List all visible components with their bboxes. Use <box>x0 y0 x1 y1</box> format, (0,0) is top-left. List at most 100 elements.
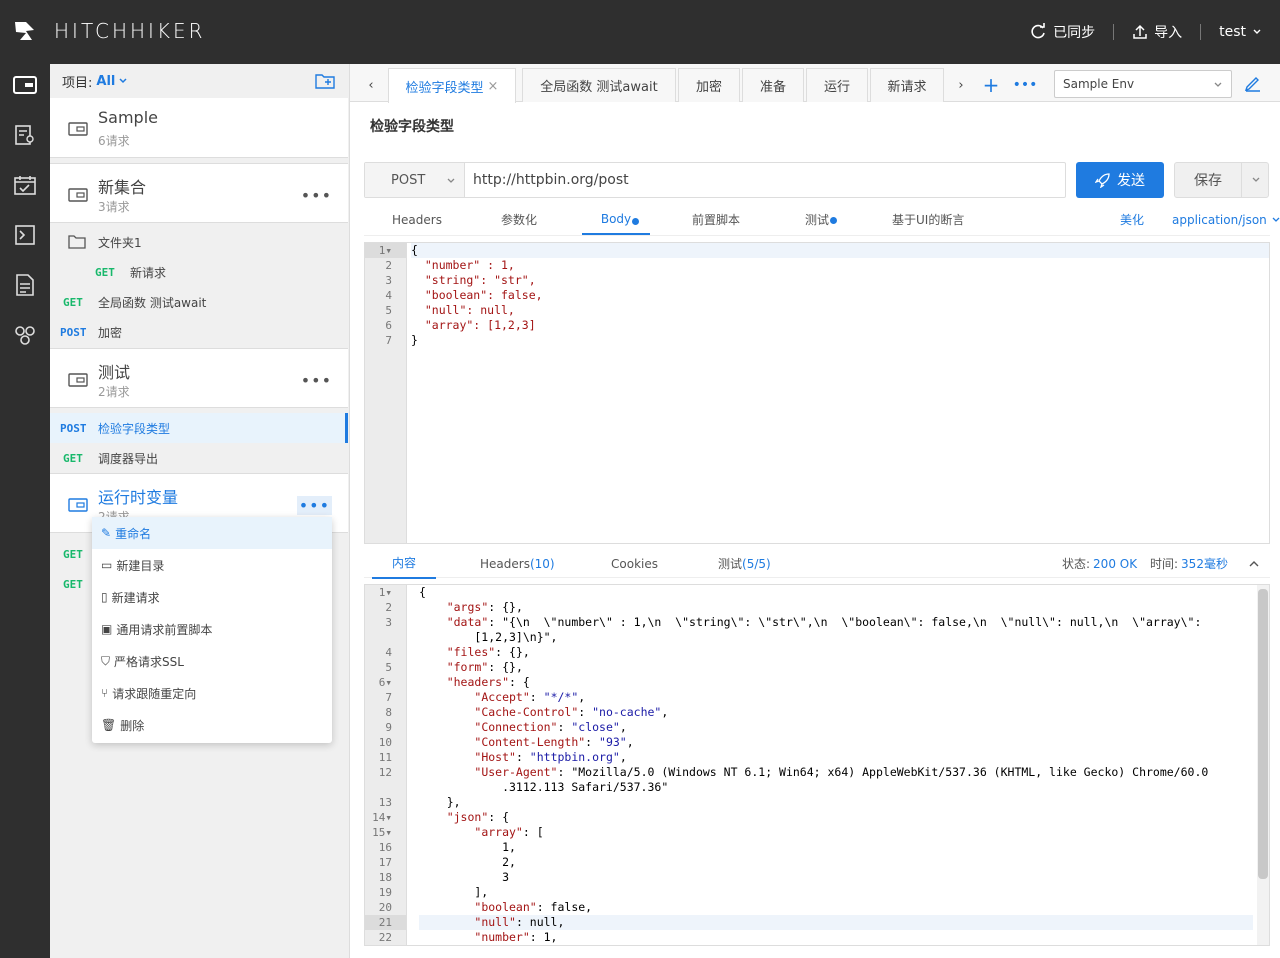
indicator-dot <box>632 217 640 225</box>
subtab-body[interactable]: Body <box>582 204 650 235</box>
tab-response-content[interactable]: 内容 <box>372 548 436 579</box>
request-item[interactable]: POST 加密 <box>50 317 348 347</box>
method-select[interactable]: POST <box>365 163 465 197</box>
scrollbar-thumb[interactable] <box>1258 589 1268 879</box>
file-icon: ▯ <box>101 590 108 604</box>
tab-response-tests[interactable]: 测试 (5/5) <box>718 548 771 579</box>
menu-item-follow-redirect[interactable]: ⑂ 请求跟随重定向 <box>92 677 332 709</box>
tab[interactable]: 运行 <box>806 68 868 102</box>
menu-item-new-request[interactable]: ▯ 新建请求 <box>92 581 332 613</box>
scrollbar[interactable] <box>1257 585 1269 945</box>
code-line: "files": {}, <box>446 645 530 659</box>
line-number: 2 <box>385 259 392 272</box>
pencil-icon: ✎ <box>101 526 112 540</box>
request-subtabs: Headers 参数化 Body 前置脚本 测试 基于UI的断言 美化 appl… <box>364 204 1280 236</box>
request-name: 加密 <box>98 325 123 340</box>
document-icon[interactable] <box>12 272 38 298</box>
line-number: 6 <box>385 319 392 332</box>
tab-response-cookies[interactable]: Cookies <box>611 548 658 579</box>
tab-active[interactable]: 检验字段类型 × <box>388 68 516 103</box>
more-options-icon[interactable]: ••• <box>301 186 332 205</box>
menu-item-new-folder[interactable]: ▭ 新建目录 <box>92 549 332 581</box>
code-line: "boolean": false, <box>474 900 593 914</box>
more-options-icon[interactable]: ••• <box>296 496 332 515</box>
line-number: 19 <box>378 886 392 899</box>
collection-name: 测试 <box>98 363 131 382</box>
subtab-prescript[interactable]: 前置脚本 <box>692 204 740 235</box>
chevron-down-icon[interactable] <box>1251 175 1261 185</box>
add-tab-icon[interactable]: + <box>978 68 1004 102</box>
collection-item[interactable]: 测试 2请求 ••• <box>50 348 348 408</box>
collection-count: 2请求 <box>98 385 130 399</box>
left-rail <box>0 64 50 958</box>
send-button[interactable]: 发送 <box>1076 162 1164 198</box>
body-editor[interactable]: 1▾ 2 3 4 5 6 7 { "number" : 1, "string":… <box>364 242 1270 544</box>
environment-select[interactable]: Sample Env <box>1054 70 1232 98</box>
edit-env-icon[interactable] <box>1244 74 1262 92</box>
menu-item-common-prescript[interactable]: ▣ 通用请求前置脚本 <box>92 613 332 645</box>
status-value: 200 OK <box>1093 556 1138 571</box>
project-dropdown[interactable]: All <box>96 74 115 89</box>
upload-icon <box>1133 24 1147 39</box>
more-options-icon[interactable]: ••• <box>301 371 332 390</box>
add-folder-icon[interactable] <box>315 73 335 89</box>
close-icon[interactable]: × <box>488 79 499 94</box>
line-number: 14▾ <box>372 811 392 824</box>
save-button[interactable]: 保存 <box>1174 162 1269 198</box>
team-icon[interactable] <box>12 322 38 348</box>
collection-item[interactable]: Sample 6请求 <box>50 98 348 158</box>
request-item[interactable]: GET 全局函数 测试await <box>50 287 348 317</box>
chevron-down-icon <box>447 178 455 183</box>
subtab-test[interactable]: 测试 <box>805 204 838 235</box>
time-value: 352毫秒 <box>1181 557 1228 571</box>
content-type-value: application/json <box>1172 212 1267 227</box>
line-number: 13 <box>378 796 392 809</box>
code-line: "Cache-Control": "no-cache", <box>474 705 669 719</box>
line-number: 5 <box>385 661 392 674</box>
chevron-left-icon[interactable]: ‹ <box>358 68 384 102</box>
subtab-params[interactable]: 参数化 <box>501 204 537 235</box>
import-button[interactable]: 导入 <box>1132 22 1182 42</box>
chevron-right-icon[interactable]: › <box>948 68 974 102</box>
collection-name: Sample <box>98 108 158 127</box>
tab[interactable]: 加密 <box>678 68 740 102</box>
tab-response-headers[interactable]: Headers (10) <box>480 548 555 579</box>
code-line: "Content-Length": "93", <box>474 735 634 749</box>
tab-label: 加密 <box>695 80 722 95</box>
folder-icon: ▭ <box>101 558 113 572</box>
beautify-label: 美化 <box>1120 213 1145 227</box>
tab[interactable]: 全局函数 测试await <box>522 68 676 102</box>
tab[interactable]: 准备 <box>742 68 804 102</box>
line-number <box>365 780 406 795</box>
sync-button[interactable]: 已同步 <box>1029 22 1095 42</box>
tab[interactable]: 新请求 <box>870 68 944 102</box>
line-number: 4 <box>385 646 392 659</box>
request-item-active[interactable]: POST 检验字段类型 <box>50 413 348 443</box>
calendar-icon[interactable] <box>12 172 38 198</box>
response-tabs: 内容 Headers (10) Cookies 测试 (5/5) 状态: 200 OK… <box>364 548 1270 579</box>
beautify-button[interactable]: 美化 <box>1120 204 1144 235</box>
subtab-ui-assert[interactable]: 基于UI的断言 <box>892 204 964 235</box>
more-tabs-icon[interactable]: ••• <box>1010 68 1040 102</box>
url-input[interactable]: http://httpbin.org/post <box>465 163 1065 197</box>
collection-item[interactable]: 新集合 3请求 ••• <box>50 163 348 223</box>
user-doc-icon[interactable] <box>12 122 38 148</box>
wallet-icon[interactable] <box>12 72 38 98</box>
code-line: "null": null, <box>419 915 1253 930</box>
folder-item[interactable]: 文件夹1 <box>50 227 348 257</box>
menu-item-delete[interactable]: 🗑 删除 <box>92 709 332 741</box>
request-item[interactable]: GET 调度器导出 <box>50 443 348 473</box>
terminal-icon[interactable] <box>12 222 38 248</box>
request-item[interactable]: GET 新请求 <box>50 257 348 287</box>
content-type-select[interactable]: application/json <box>1172 204 1280 235</box>
menu-item-rename[interactable]: ✎ 重命名 <box>92 517 332 549</box>
subtab-headers[interactable]: Headers <box>392 204 442 235</box>
code-line: "form": {}, <box>446 660 523 674</box>
response-viewer[interactable]: 1▾ 2 3 4 5 6▾ 7 8 9 10 11 12 13 14▾ 15▾ 16 17 18 19 20 21 22 … <box>364 584 1270 946</box>
menu-item-strict-ssl[interactable]: ⛉ 严格请求SSL <box>92 645 332 677</box>
code-line: "array": [1,2,3] <box>411 318 536 332</box>
subtab-label: 参数化 <box>501 213 538 227</box>
status-label: 状态: <box>1062 557 1091 571</box>
user-menu[interactable]: test <box>1219 24 1262 40</box>
collapse-icon[interactable] <box>1248 548 1260 579</box>
